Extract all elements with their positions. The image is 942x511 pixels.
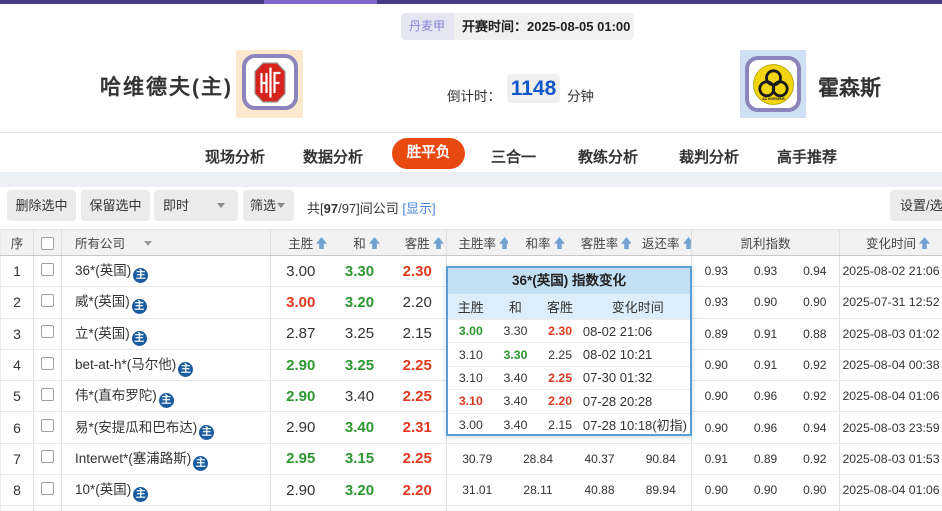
svg-text:AC HORSENS: AC HORSENS [762,97,785,101]
